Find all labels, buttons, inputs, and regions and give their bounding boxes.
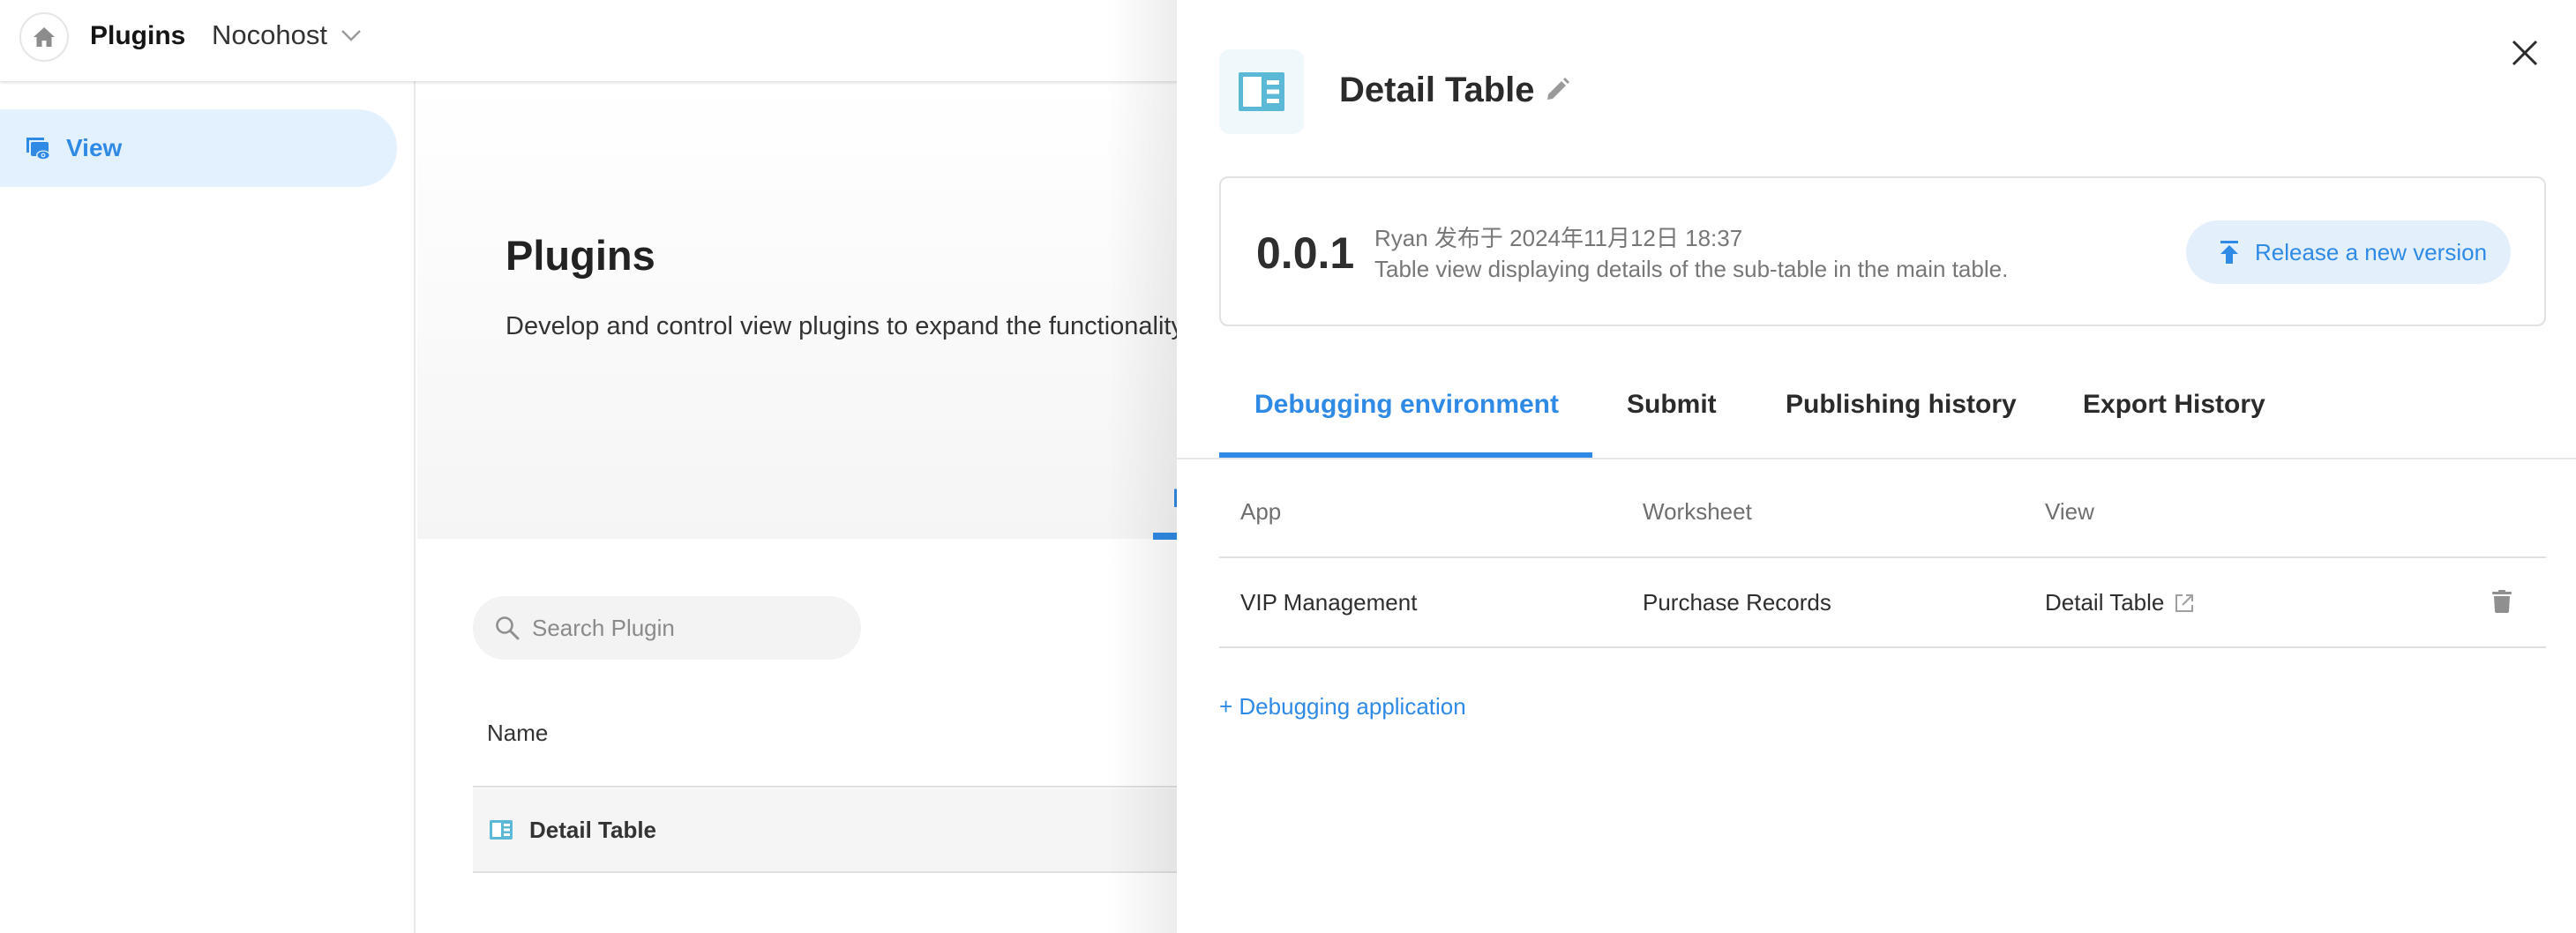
open-external-icon[interactable] bbox=[2175, 593, 2194, 613]
delete-trash-icon[interactable] bbox=[2492, 590, 2512, 613]
column-header-worksheet: Worksheet bbox=[1643, 498, 1752, 525]
column-header-name: Name bbox=[487, 720, 549, 746]
drawer-tabs: Debugging environment Submit Publishing … bbox=[1177, 370, 2576, 459]
cell-view: Detail Table bbox=[2045, 589, 2194, 616]
edit-pencil-icon[interactable] bbox=[1546, 77, 1570, 101]
drawer-title: Detail Table bbox=[1339, 71, 1535, 109]
cell-view-label: Detail Table bbox=[2045, 589, 2165, 616]
close-button[interactable] bbox=[2507, 35, 2542, 71]
cell-worksheet: Purchase Records bbox=[1643, 589, 1831, 616]
version-number: 0.0.1 bbox=[1256, 228, 1355, 278]
debug-environment-table: App Worksheet View VIP Management Purcha… bbox=[1219, 489, 2546, 648]
sidebar-item-view[interactable]: View bbox=[0, 109, 397, 187]
detail-table-icon bbox=[490, 820, 513, 840]
plugin-name: Detail Table bbox=[529, 816, 657, 843]
search-plugin-field[interactable] bbox=[473, 596, 861, 660]
release-new-version-button[interactable]: Release a new version bbox=[2186, 220, 2511, 284]
home-button[interactable] bbox=[19, 12, 69, 62]
tab-debugging-environment[interactable]: Debugging environment bbox=[1254, 390, 1559, 420]
column-header-view: View bbox=[2045, 498, 2094, 525]
version-description: Table view displaying details of the sub… bbox=[1374, 256, 2009, 282]
org-selector[interactable]: Nocohost bbox=[212, 19, 361, 51]
detail-table-icon bbox=[1239, 72, 1284, 111]
table-row: VIP Management Purchase Records Detail T… bbox=[1219, 558, 2546, 648]
tab-export-history[interactable]: Export History bbox=[2083, 390, 2265, 420]
table-header: App Worksheet View bbox=[1219, 489, 2546, 558]
app-title: Plugins bbox=[90, 21, 186, 50]
plugin-detail-drawer: Detail Table 0.0.1 Ryan 发布于 2024年11月12日 … bbox=[1177, 0, 2576, 933]
active-tab-indicator bbox=[1219, 452, 1592, 458]
chevron-down-icon bbox=[341, 30, 361, 41]
upload-arrow-icon bbox=[2220, 241, 2238, 264]
column-header-app: App bbox=[1240, 498, 1282, 525]
sidebar: View bbox=[0, 81, 416, 933]
search-input[interactable] bbox=[532, 614, 832, 642]
view-plugin-icon bbox=[26, 138, 50, 160]
release-button-label: Release a new version bbox=[2255, 238, 2488, 265]
version-meta: Ryan 发布于 2024年11月12日 18:37 bbox=[1374, 225, 1743, 251]
org-name: Nocohost bbox=[212, 19, 327, 50]
plugin-icon-box bbox=[1219, 49, 1304, 134]
cell-app: VIP Management bbox=[1240, 589, 1418, 616]
version-card: 0.0.1 Ryan 发布于 2024年11月12日 18:37 Table v… bbox=[1219, 176, 2546, 326]
tab-submit[interactable]: Submit bbox=[1627, 390, 1717, 420]
drawer-shadow bbox=[1106, 0, 1177, 933]
close-icon bbox=[2512, 40, 2538, 66]
page-title: Plugins bbox=[505, 232, 655, 279]
add-debugging-application-link[interactable]: + Debugging application bbox=[1219, 693, 1466, 720]
sidebar-item-label: View bbox=[66, 134, 123, 161]
home-icon bbox=[34, 27, 55, 47]
tab-publishing-history[interactable]: Publishing history bbox=[1786, 390, 2017, 420]
search-icon bbox=[496, 616, 520, 640]
